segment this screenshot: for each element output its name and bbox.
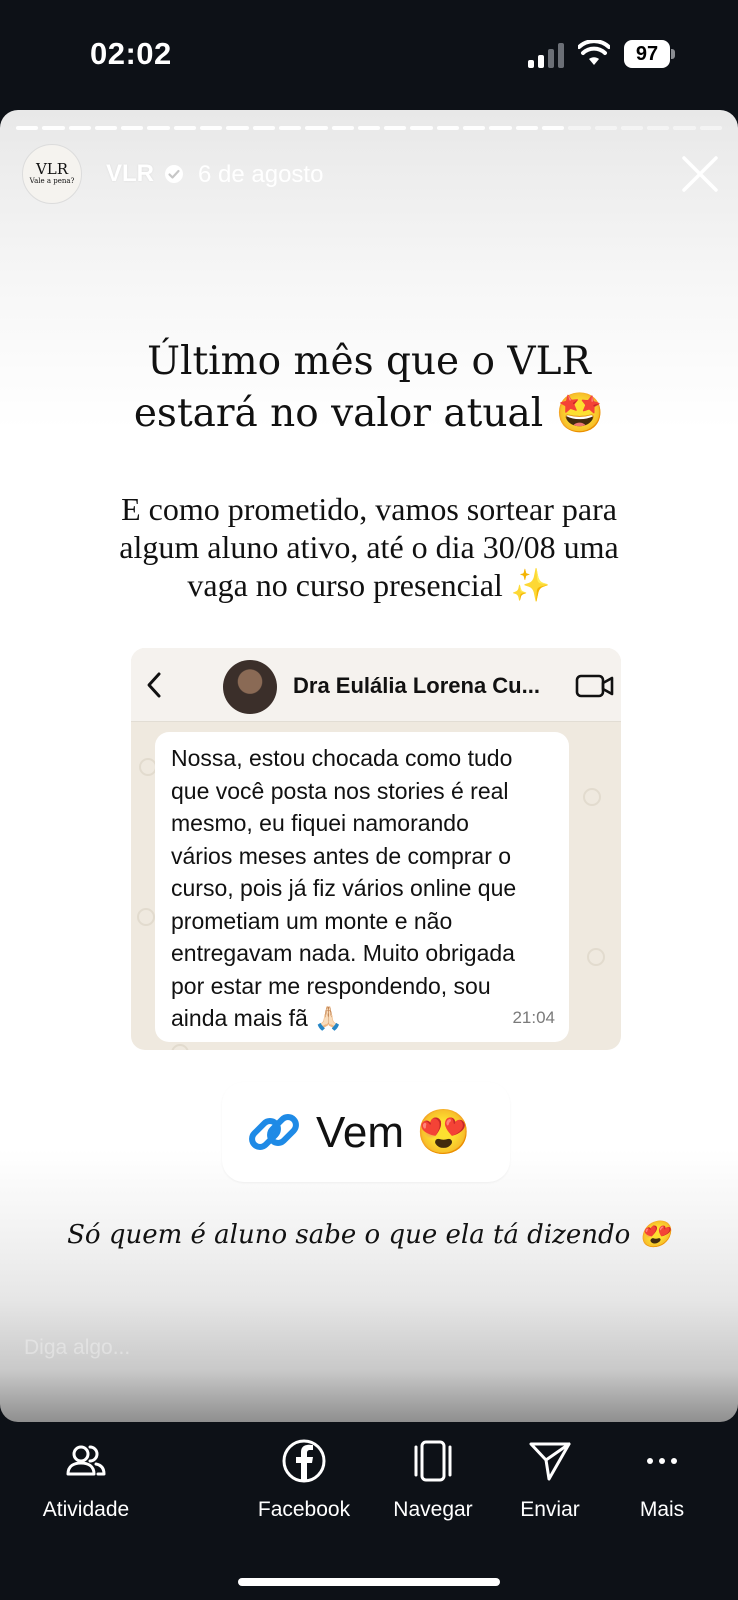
story-body-text: E como prometido, vamos sortear para alg… <box>119 491 619 603</box>
message-line: ainda mais fã 🙏🏻 <box>171 1005 343 1031</box>
message-line: Nossa, estou chocada como tudo <box>171 745 513 771</box>
browse-icon <box>414 1440 452 1482</box>
more-button[interactable]: Mais <box>612 1438 712 1522</box>
contact-photo <box>223 660 277 714</box>
story-date: 6 de agosto <box>198 161 324 188</box>
status-time: 02:02 <box>90 36 172 71</box>
bottom-action-bar: Atividade Facebook Navegar Enviar Mais <box>0 1422 738 1600</box>
story-headline: Último mês que o VLR estará no valor atu… <box>133 339 605 436</box>
account-avatar[interactable]: VLR Vale a pena? <box>22 144 82 204</box>
story-progress-bar <box>16 126 723 130</box>
wifi-icon <box>578 40 610 65</box>
message-line: mesmo, eu fiquei namorando <box>171 810 469 836</box>
more-label: Mais <box>639 1498 685 1521</box>
message-line: que você posta nos stories é real <box>171 777 509 804</box>
reply-input[interactable]: Diga algo... <box>24 1336 130 1360</box>
send-label: Enviar <box>520 1498 580 1521</box>
send-button[interactable]: Enviar <box>500 1438 600 1522</box>
status-bar: 02:02 97 <box>0 0 738 110</box>
facebook-button[interactable]: Facebook <box>254 1438 354 1522</box>
people-icon <box>66 1445 106 1476</box>
verified-badge-icon <box>165 165 183 183</box>
activity-label: Atividade <box>42 1498 130 1521</box>
message-line: por estar me respondendo, sou <box>171 972 491 999</box>
video-call-icon <box>575 674 614 698</box>
cellular-signal-icon <box>528 42 566 68</box>
message-time: 21:04 <box>512 1007 555 1027</box>
link-sticker-label: Vem 😍 <box>316 1108 472 1157</box>
browse-label: Navegar <box>393 1498 473 1521</box>
battery-icon: 97 <box>624 40 675 68</box>
battery-level: 97 <box>624 40 670 68</box>
send-icon <box>529 1442 571 1481</box>
story-viewer[interactable]: VLR Vale a pena? VLR 6 de agosto Último … <box>0 110 738 1422</box>
message-line: curso, pois já fiz vários online que <box>171 875 517 901</box>
back-arrow-icon <box>147 672 161 698</box>
home-indicator[interactable] <box>238 1578 500 1586</box>
message-line: prometiam um monte e não <box>171 907 453 934</box>
facebook-icon <box>282 1439 326 1483</box>
activity-button[interactable]: Atividade <box>36 1438 136 1522</box>
contact-name: Dra Eulália Lorena Cu... <box>293 673 540 698</box>
more-icon <box>647 1458 677 1464</box>
link-icon <box>249 1114 299 1150</box>
chat-screenshot: Dra Eulália Lorena Cu... Nossa, estou ch… <box>131 648 621 1050</box>
account-name[interactable]: VLR <box>106 160 154 188</box>
story-caption: Só quem é aluno sabe o que ela tá dizend… <box>67 1220 671 1250</box>
message-line: entregavam nada. Muito obrigada <box>171 940 515 966</box>
chat-header: Dra Eulália Lorena Cu... <box>131 648 621 722</box>
chat-message-bubble: Nossa, estou chocada como tudo que você … <box>155 732 569 1042</box>
browse-button[interactable]: Navegar <box>383 1438 483 1522</box>
close-icon[interactable] <box>680 154 720 194</box>
message-line: vários meses antes de comprar o <box>171 842 512 869</box>
facebook-label: Facebook <box>257 1498 351 1521</box>
link-sticker[interactable]: Vem 😍 <box>222 1082 510 1182</box>
